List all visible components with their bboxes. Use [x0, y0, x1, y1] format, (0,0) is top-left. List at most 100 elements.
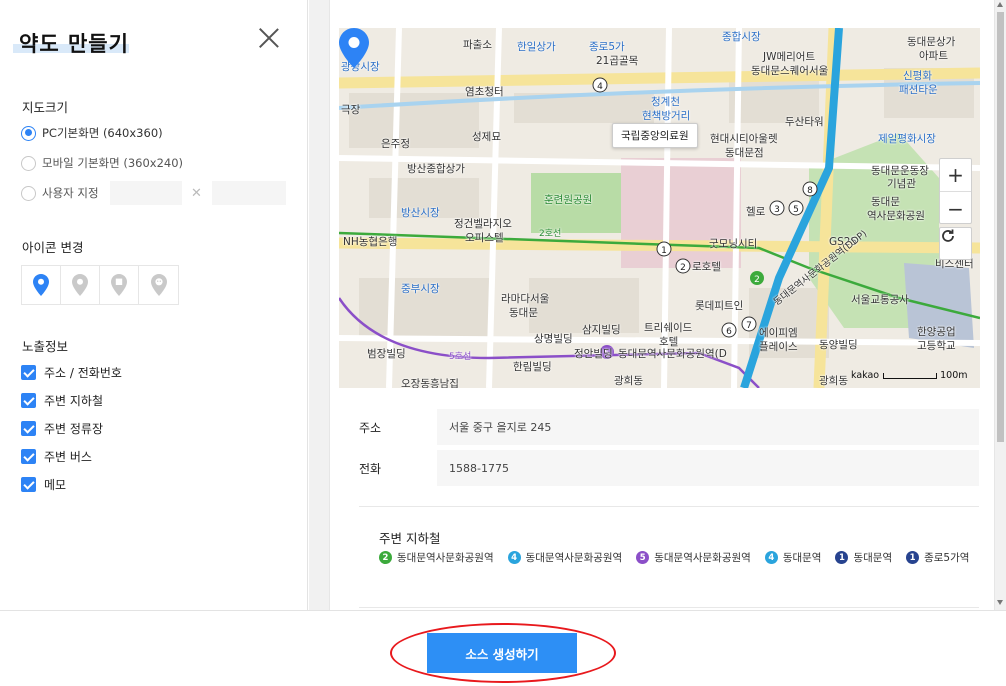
- subway-station-name: 동대문역: [853, 552, 893, 564]
- generate-source-button[interactable]: 소스 생성하기: [427, 633, 577, 673]
- subway-line-badge: 2: [379, 551, 392, 564]
- map-scale: kakao 100m: [851, 370, 968, 381]
- checkbox-checked-icon[interactable]: [21, 393, 36, 408]
- map-label: 훈련원공원: [544, 194, 593, 206]
- scroll-down-icon[interactable]: [997, 600, 1003, 605]
- exposure-option-label: 주변 정류장: [44, 422, 104, 436]
- icon-option-outline[interactable]: [61, 266, 100, 304]
- address-row: 주소 서울 중구 을지로 245: [359, 409, 979, 445]
- subway-station-list: 2 동대문역사문화공원역 4 동대문역사문화공원역 5 동대문역사문화공원역 4…: [379, 550, 979, 565]
- map-label: 종합시장: [722, 31, 761, 43]
- icon-option-face[interactable]: [139, 266, 178, 304]
- map-label: 염초청터: [465, 86, 504, 98]
- map-label: 현대시티아울렛: [710, 133, 778, 145]
- map-label: 광희동: [819, 375, 848, 387]
- map-size-option-label: 모바일 기본화면 (360x240): [42, 156, 184, 170]
- map-size-option-custom[interactable]: 사용자 지정: [21, 185, 99, 201]
- scrollbar[interactable]: [995, 0, 1006, 610]
- radio-icon[interactable]: [21, 185, 36, 201]
- map-label: 굿모닝시티: [709, 238, 758, 250]
- map-label: 라마다서울: [501, 293, 550, 305]
- map-label: 롯데피트인: [695, 300, 744, 312]
- preview-card: 4 8 3 5 1 2 6 7 2 5 광장시장 한일상가 종로5가 파출소 2…: [329, 0, 995, 610]
- footer-bar: 소스 생성하기: [0, 610, 1006, 686]
- map-preview[interactable]: 4 8 3 5 1 2 6 7 2 5 광장시장 한일상가 종로5가 파출소 2…: [339, 28, 980, 388]
- close-icon[interactable]: [258, 27, 280, 49]
- exposure-option-memo[interactable]: 메모: [21, 476, 66, 493]
- kakao-logo: kakao: [851, 370, 880, 381]
- pin-filled-icon: [33, 274, 49, 296]
- scroll-thumb[interactable]: [997, 12, 1004, 442]
- checkbox-checked-icon[interactable]: [21, 449, 36, 464]
- zoom-control: + −: [939, 158, 972, 224]
- svg-text:5: 5: [793, 205, 799, 215]
- subway-station-item: 1 동대문역: [835, 550, 892, 565]
- subway-station-name: 동대문역: [782, 552, 822, 564]
- map-label: 삼지빌딩: [582, 324, 621, 336]
- subway-station-item: 4 동대문역: [764, 550, 822, 565]
- zoom-out-icon[interactable]: −: [940, 192, 971, 225]
- preview-panel: 4 8 3 5 1 2 6 7 2 5 광장시장 한일상가 종로5가 파출소 2…: [309, 0, 1006, 610]
- subway-station-item: 4 동대문역사문화공원역: [507, 550, 623, 565]
- map-size-option-pc[interactable]: PC기본화면 (640x360): [21, 125, 163, 141]
- map-label: 기념관: [887, 178, 916, 190]
- address-value: 서울 중구 을지로 245: [437, 409, 979, 445]
- map-label: 방산시장: [401, 207, 440, 219]
- map-label: 은주정: [381, 138, 410, 150]
- exposure-option-bus[interactable]: 주변 버스: [21, 448, 92, 465]
- svg-text:3: 3: [774, 205, 780, 215]
- subway-station-name: 동대문역사문화공원역: [525, 552, 623, 564]
- map-label: JW메리어트: [763, 51, 816, 63]
- subway-line-badge: 5: [636, 551, 650, 564]
- scroll-up-icon[interactable]: [997, 2, 1003, 7]
- exposure-option-bus-stop[interactable]: 주변 정류장: [21, 420, 103, 437]
- map-label: 청계천: [651, 96, 680, 108]
- checkbox-checked-icon[interactable]: [21, 477, 36, 492]
- map-label: 제일평화시장: [878, 133, 936, 145]
- svg-text:2: 2: [680, 263, 686, 273]
- radio-selected-icon[interactable]: [21, 125, 36, 141]
- subway-line-badge: 4: [764, 551, 778, 564]
- map-label: NH농협은행: [343, 236, 398, 248]
- map-label: 동대문: [509, 307, 538, 319]
- subway-station-name: 동대문역사문화공원역: [397, 552, 494, 564]
- map-label: 동대문점: [725, 147, 764, 159]
- custom-width-input[interactable]: [110, 181, 182, 205]
- map-label: 오피스텔: [465, 232, 504, 244]
- subway-line-badge: 4: [507, 551, 521, 564]
- map-label: 트리쉐이드: [644, 322, 693, 334]
- map-label: 로호텔: [692, 261, 721, 273]
- custom-height-input[interactable]: [212, 181, 286, 205]
- map-label: 성제묘: [472, 131, 501, 143]
- map-label: 신평화: [903, 70, 932, 82]
- map-label: 한양공업: [917, 326, 956, 338]
- refresh-icon[interactable]: [939, 227, 972, 260]
- map-label: 종로5가: [589, 41, 625, 53]
- zoom-in-icon[interactable]: +: [940, 159, 971, 192]
- subway-station-name: 종로5가역: [924, 552, 970, 564]
- icon-option-square[interactable]: [100, 266, 139, 304]
- map-label: 역사문화공원: [867, 210, 925, 222]
- svg-text:8: 8: [807, 186, 813, 196]
- checkbox-checked-icon[interactable]: [21, 421, 36, 436]
- map-size-option-label: PC기본화면 (640x360): [42, 126, 163, 140]
- map-size-option-mobile[interactable]: 모바일 기본화면 (360x240): [21, 155, 183, 171]
- checkbox-checked-icon[interactable]: [21, 365, 36, 380]
- map-place-popup: 국립중앙의료원: [612, 123, 698, 148]
- exposure-option-address[interactable]: 주소 / 전화번호: [21, 364, 122, 381]
- location-pin-icon: [339, 28, 369, 68]
- map-label: 에이피엠: [759, 327, 798, 339]
- subway-station-item: 1 종로5가역: [906, 550, 969, 565]
- map-label: 상명빌딩: [534, 333, 573, 345]
- map-size-option-label: 사용자 지정: [42, 186, 99, 200]
- map-label: 정건벨라지오: [454, 218, 512, 230]
- svg-text:6: 6: [726, 327, 732, 337]
- exposure-option-subway[interactable]: 주변 지하철: [21, 392, 103, 409]
- exposure-option-label: 주변 버스: [44, 450, 92, 464]
- subway-station-name: 동대문역사문화공원역: [654, 552, 751, 564]
- icon-option-filled[interactable]: [22, 266, 61, 304]
- radio-icon[interactable]: [21, 155, 36, 171]
- section-divider: [359, 607, 979, 608]
- map-label: 5호선: [449, 352, 472, 362]
- address-label: 주소: [359, 420, 382, 435]
